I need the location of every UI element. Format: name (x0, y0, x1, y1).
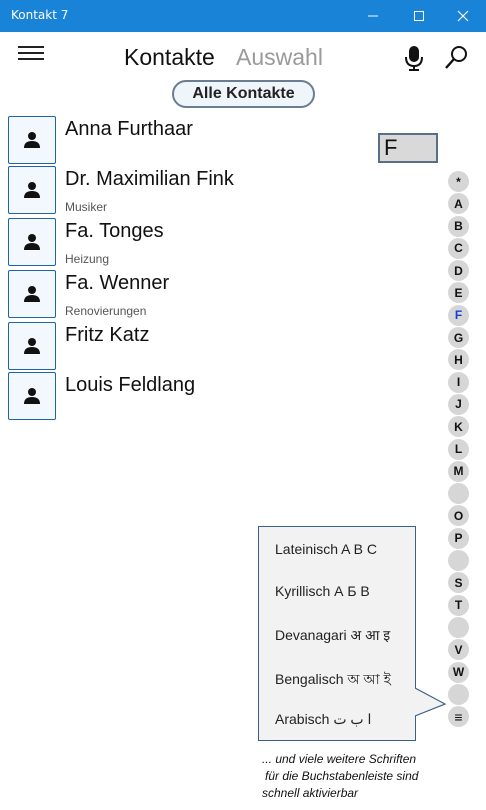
script-menu-item[interactable]: Devanagari अ आ इ (275, 626, 390, 645)
person-icon (24, 182, 40, 198)
alphabet-letter[interactable] (448, 550, 469, 572)
contact-avatar[interactable] (8, 116, 56, 164)
contact-name: Fa. Wenner (65, 272, 170, 294)
contact-name: Fa. Tonges (65, 220, 164, 242)
microphone-icon[interactable] (402, 44, 426, 72)
close-button[interactable] (440, 0, 486, 32)
alphabet-letter[interactable]: D (448, 260, 469, 282)
contact-row[interactable]: Fa. Tonges Heizung (8, 218, 308, 266)
alphabet-letter[interactable]: H (448, 349, 469, 371)
alphabet-letter[interactable]: T (448, 594, 469, 616)
contact-name: Anna Furthaar (65, 118, 193, 140)
tab-auswahl[interactable]: Auswahl (236, 44, 323, 71)
alphabet-letter[interactable]: C (448, 237, 469, 259)
alphabet-letter[interactable]: F (448, 304, 469, 326)
alphabet-letter[interactable]: G (448, 327, 469, 349)
script-menu-item[interactable]: Kyrillisch А Б В (275, 583, 370, 599)
alphabet-menu-button[interactable]: ≡ (448, 706, 469, 728)
contact-row[interactable]: Fa. Wenner Renovierungen (8, 270, 308, 318)
contact-name: Dr. Maximilian Fink (65, 168, 234, 190)
minimize-button[interactable] (350, 0, 396, 32)
contact-row[interactable]: Anna Furthaar (8, 116, 308, 164)
alphabet-letter[interactable] (448, 616, 469, 638)
alphabet-letter[interactable]: M (448, 460, 469, 482)
script-selection-menu: Lateinisch A B C Kyrillisch А Б В Devanaga… (258, 526, 416, 741)
title-bar: Kontakt 7 (0, 0, 486, 32)
hamburger-menu-icon[interactable] (18, 46, 44, 64)
close-icon (457, 10, 469, 22)
search-icon[interactable] (442, 44, 470, 72)
alphabet-letter[interactable]: I (448, 371, 469, 393)
caption-line: schnell aktivierbar (262, 786, 359, 800)
alphabet-letter[interactable]: B (448, 215, 469, 237)
alphabet-letter[interactable]: S (448, 572, 469, 594)
contact-avatar[interactable] (8, 322, 56, 370)
alphabet-letter[interactable]: K (448, 416, 469, 438)
alphabet-letter[interactable]: W (448, 661, 469, 683)
alphabet-letter[interactable]: O (448, 505, 469, 527)
alphabet-letter[interactable]: * (448, 171, 469, 192)
minimize-icon (368, 15, 378, 17)
alphabet-letter[interactable]: P (448, 527, 469, 549)
script-menu-item[interactable]: Lateinisch A B C (275, 541, 377, 557)
person-icon (24, 234, 40, 250)
contact-avatar[interactable] (8, 166, 56, 214)
caption-line: für die Buchstabenleiste sind (265, 769, 419, 783)
contact-row[interactable]: Fritz Katz (8, 322, 308, 370)
contact-avatar[interactable] (8, 270, 56, 318)
script-menu-item[interactable]: Arabisch ا ب ت (275, 711, 371, 728)
popup-pointer (415, 688, 447, 717)
contact-subtitle: Musiker (65, 200, 108, 214)
tab-kontakte[interactable]: Kontakte (124, 44, 215, 71)
contact-name: Fritz Katz (65, 324, 150, 346)
alphabet-letter[interactable] (448, 483, 469, 505)
contact-row[interactable]: Louis Feldlang (8, 372, 308, 420)
contact-avatar[interactable] (8, 372, 56, 420)
maximize-icon (414, 11, 424, 21)
alphabet-letter[interactable]: L (448, 438, 469, 460)
contact-subtitle: Renovierungen (65, 304, 147, 318)
contact-row[interactable]: Dr. Maximilian Fink Musiker (8, 166, 308, 214)
alphabet-letter[interactable]: E (448, 282, 469, 304)
current-letter-indicator: F (378, 133, 438, 163)
alphabet-letter[interactable]: A (448, 193, 469, 215)
alphabet-letter[interactable]: J (448, 393, 469, 415)
person-icon (24, 338, 40, 354)
person-icon (24, 132, 40, 148)
person-icon (24, 286, 40, 302)
maximize-button[interactable] (396, 0, 442, 32)
contact-avatar[interactable] (8, 218, 56, 266)
contact-name: Louis Feldlang (65, 374, 196, 396)
alphabet-letter[interactable] (448, 683, 469, 705)
caption-text: ... und viele weitere Schriften für die B… (262, 751, 418, 802)
alphabet-letter[interactable]: V (448, 639, 469, 661)
caption-line: ... und viele weitere Schriften (262, 752, 417, 766)
contact-subtitle: Heizung (65, 252, 110, 266)
script-menu-item[interactable]: Bengalisch অ আ ই (275, 668, 391, 692)
person-icon (24, 388, 40, 404)
alphabet-index-bar: * A B C D E F G H I J K L M O P S T V W ≡ (448, 171, 470, 728)
all-contacts-filter-button[interactable]: Alle Kontakte (172, 80, 315, 108)
window-title: Kontakt 7 (11, 8, 69, 22)
